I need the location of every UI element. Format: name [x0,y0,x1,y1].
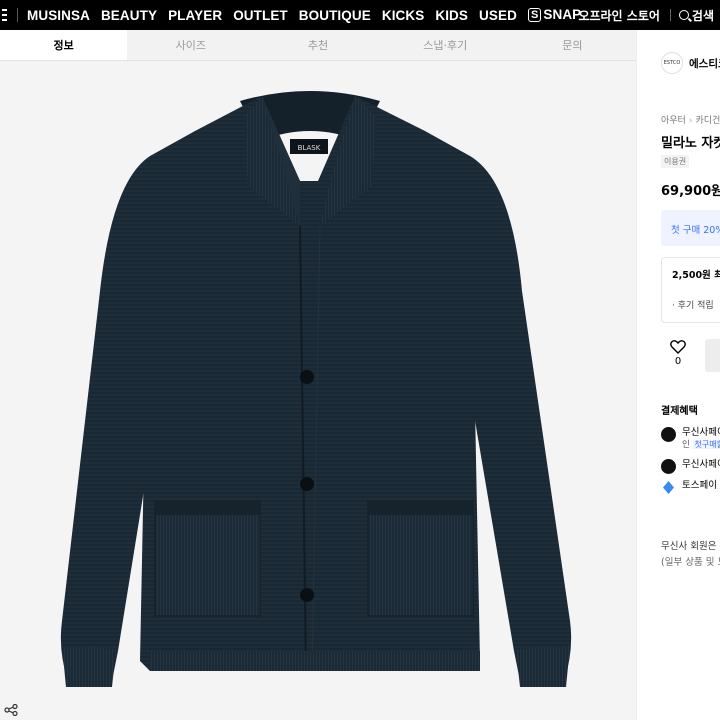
member-note-sub: (일부 상품 및 도 [661,557,720,568]
breadcrumb: 아우터 › 카디건 [661,113,720,126]
tab-info[interactable]: 정보 [0,30,128,60]
top-navigation: MUSINSA BEAUTY PLAYER OUTLET BOUTIQUE KI… [0,0,720,30]
nav-right: 오프라인 스토어 검색 [578,0,720,30]
tab-recommend[interactable]: 추천 [254,30,381,60]
payment-item[interactable]: 무신사페이 인 첫구매할인 [661,427,720,451]
toss-pay-icon [663,481,674,494]
snap-label: SNAP [543,7,582,22]
review-point: · 후기 적립 [672,301,714,311]
garment-button [300,370,314,384]
offline-store-link[interactable]: 오프라인 스토어 [578,7,659,24]
cart-button[interactable] [705,339,720,372]
product-info-panel: ESTCO 에스티코 아우터›카디건 밀라노 자켓 이용권 69,900원 첫 … [636,30,720,720]
like-count: 0 [674,356,682,367]
point-box: 2,500원 최대 · 후기 적립 [661,257,720,323]
search-icon[interactable] [678,10,689,20]
tab-snap-review[interactable]: 스냅·후기 [382,30,509,60]
product-image[interactable]: BLASK [0,61,636,720]
share-icon[interactable] [4,704,18,716]
nav-divider [17,8,18,22]
snap-badge: S [527,8,542,22]
payment-name: 무신사페이 [682,459,720,470]
product-tabs: 정보 사이즈 추천 스냅·후기 문의 [0,30,636,61]
nav-outlet[interactable]: OUTLET [233,8,288,23]
seller-badge: 이용권 [661,155,690,168]
search-link[interactable]: 검색 [692,7,714,24]
brand-row[interactable]: ESTCO 에스티코 [661,52,720,74]
max-point: 2,500원 최대 [672,270,720,281]
payment-name: 무신사페이 [682,427,720,438]
tab-size[interactable]: 사이즈 [127,30,254,60]
payment-sub: 인 [682,440,690,450]
heart-icon [670,340,686,354]
nav-kids[interactable]: KIDS [435,8,468,23]
coupon-banner[interactable]: 첫 구매 20% [661,210,720,246]
member-note: 무신사 회원은 전 [661,541,720,552]
payment-benefit-title: 결제혜택 [661,406,698,417]
nav-snap[interactable]: S SNAP [527,7,582,23]
first-purchase-chip: 첫구매할인 [692,440,720,449]
musinsa-pay-icon [661,459,676,474]
breadcrumb-separator: › [688,116,693,126]
brand-name: 에스티코 [689,57,720,70]
brand-logo: ESTCO [661,52,683,74]
cardigan-illustration: BLASK [60,91,572,687]
menu-icon[interactable] [0,6,10,24]
garment-button [300,477,314,491]
nav-used[interactable]: USED [479,8,517,23]
tab-inquiry[interactable]: 문의 [509,30,636,60]
nav-player[interactable]: PLAYER [168,8,222,23]
nav-kicks[interactable]: KICKS [382,8,425,23]
garment-button [300,588,314,602]
product-name: 밀라노 자켓 [661,136,720,151]
nav-boutique[interactable]: BOUTIQUE [299,8,371,23]
payment-item[interactable]: 토스페이 [661,480,717,495]
breadcrumb-outer[interactable]: 아우터 [661,116,686,126]
nav-beauty[interactable]: BEAUTY [101,8,157,23]
breadcrumb-cardigan[interactable]: 카디건 [695,116,720,126]
main-nav: MUSINSA BEAUTY PLAYER OUTLET BOUTIQUE KI… [27,0,592,30]
garment-label: BLASK [298,144,321,152]
nav-right-divider [669,9,671,21]
musinsa-pay-icon [661,427,676,442]
payment-item[interactable]: 무신사페이 [661,459,720,474]
like-button[interactable]: 0 [667,340,689,367]
payment-name: 토스페이 [682,480,717,491]
nav-musinsa[interactable]: MUSINSA [27,8,90,23]
product-price: 69,900원 [661,184,720,199]
